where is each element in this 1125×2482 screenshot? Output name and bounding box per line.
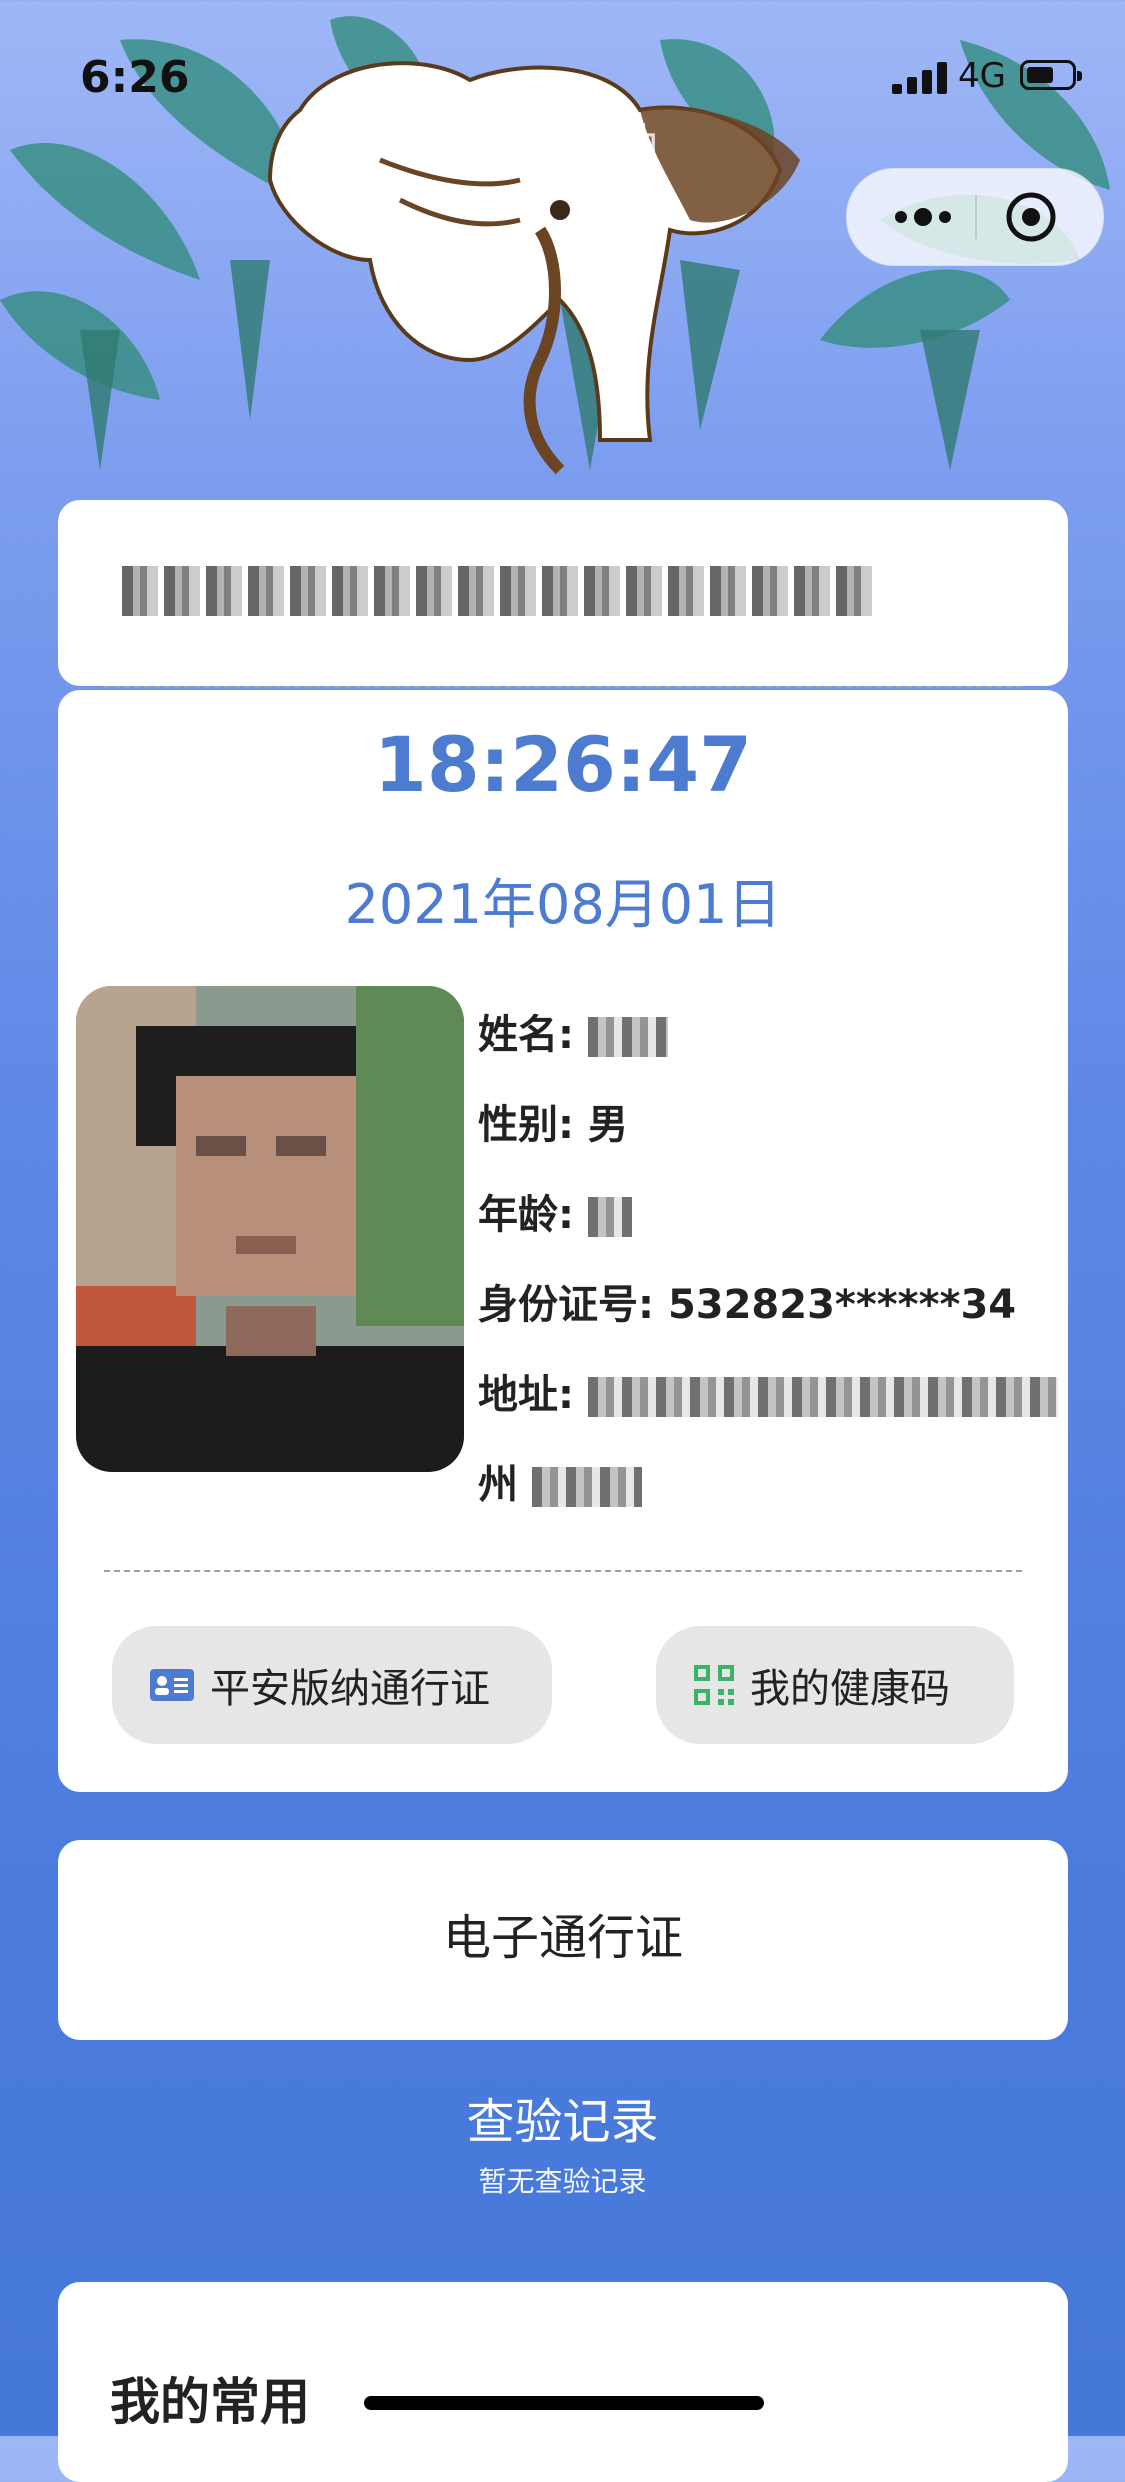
inspection-records[interactable]: 查验记录 暂无查验记录 (0, 2082, 1125, 2200)
qr-code-icon (694, 1665, 734, 1705)
e-pass-title: 电子通行证 (442, 1910, 683, 1966)
personal-info: 姓名: 性别: 男 年龄: 身份证号: 532823******34 地址: 州 (478, 1000, 1058, 1540)
pixelated-age (587, 1197, 632, 1237)
gender-row: 性别: 男 (478, 1090, 1048, 1180)
pixelated-organization-name (122, 566, 872, 622)
page-title: 平安版纳 (462, 119, 663, 173)
home-indicator[interactable] (364, 2396, 764, 2410)
pass-button[interactable]: 平安版纳通行证 (112, 1626, 552, 1744)
status-time: 6:26 (80, 52, 190, 103)
gender-label: 性别: (478, 1102, 574, 1148)
e-pass-card[interactable]: 电子通行证 (58, 1840, 1068, 2040)
address-row: 地址: (478, 1360, 1058, 1450)
dashed-divider (104, 686, 1022, 688)
network-type: 4G (958, 56, 1006, 96)
live-clock: 18:26:47 (373, 720, 753, 809)
more-icon[interactable] (883, 199, 963, 235)
id-card-icon (150, 1669, 194, 1701)
favorites-title: 我的常用 (110, 2373, 310, 2431)
mini-program-capsule (846, 168, 1104, 266)
address-label: 地址: (478, 1372, 574, 1418)
capsule-divider (975, 195, 977, 239)
organization-card (58, 500, 1068, 686)
address-row-2: 州 (478, 1450, 1048, 1540)
name-label: 姓名: (478, 1012, 574, 1058)
pass-card: 18:26:47 2021年08月01日 姓名: 性别: 男 年龄: 身份证号:… (58, 686, 1068, 1792)
favorites-card: 我的常用 (58, 2282, 1068, 2482)
health-code-button[interactable]: 我的健康码 (656, 1626, 1014, 1744)
records-title: 查验记录 (466, 2094, 659, 2150)
id-label: 身份证号: (478, 1282, 654, 1328)
pixelated-address (587, 1377, 1058, 1417)
age-label: 年龄: (478, 1192, 574, 1238)
name-row: 姓名: (478, 1000, 1048, 1090)
id-value: 532823******34 (667, 1282, 1017, 1328)
address-line2: 州 (478, 1462, 518, 1508)
pixelated-address-2 (531, 1467, 642, 1507)
id-row: 身份证号: 532823******34 (478, 1270, 1048, 1360)
pass-button-label: 平安版纳通行证 (210, 1666, 490, 1712)
health-code-button-label: 我的健康码 (750, 1666, 950, 1712)
records-subtitle: 暂无查验记录 (478, 2165, 647, 2198)
current-date: 2021年08月01日 (344, 873, 782, 936)
dashed-divider-2 (104, 1570, 1022, 1572)
battery-icon (1020, 60, 1082, 90)
avatar-photo (76, 986, 464, 1472)
signal-icon (892, 62, 947, 94)
pixelated-name (587, 1017, 668, 1057)
age-row: 年龄: (478, 1180, 1048, 1270)
close-target-icon[interactable] (1001, 191, 1061, 243)
gender-value: 男 (587, 1102, 628, 1148)
